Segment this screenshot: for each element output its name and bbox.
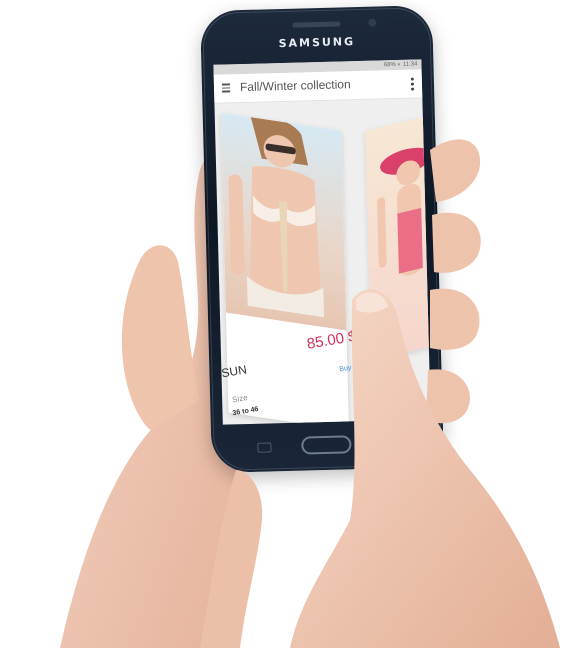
right-hand	[200, 139, 560, 648]
photo-scene: SAMSUNG 68% ◐ 11:34 Fall/Winter collecti…	[0, 0, 571, 648]
